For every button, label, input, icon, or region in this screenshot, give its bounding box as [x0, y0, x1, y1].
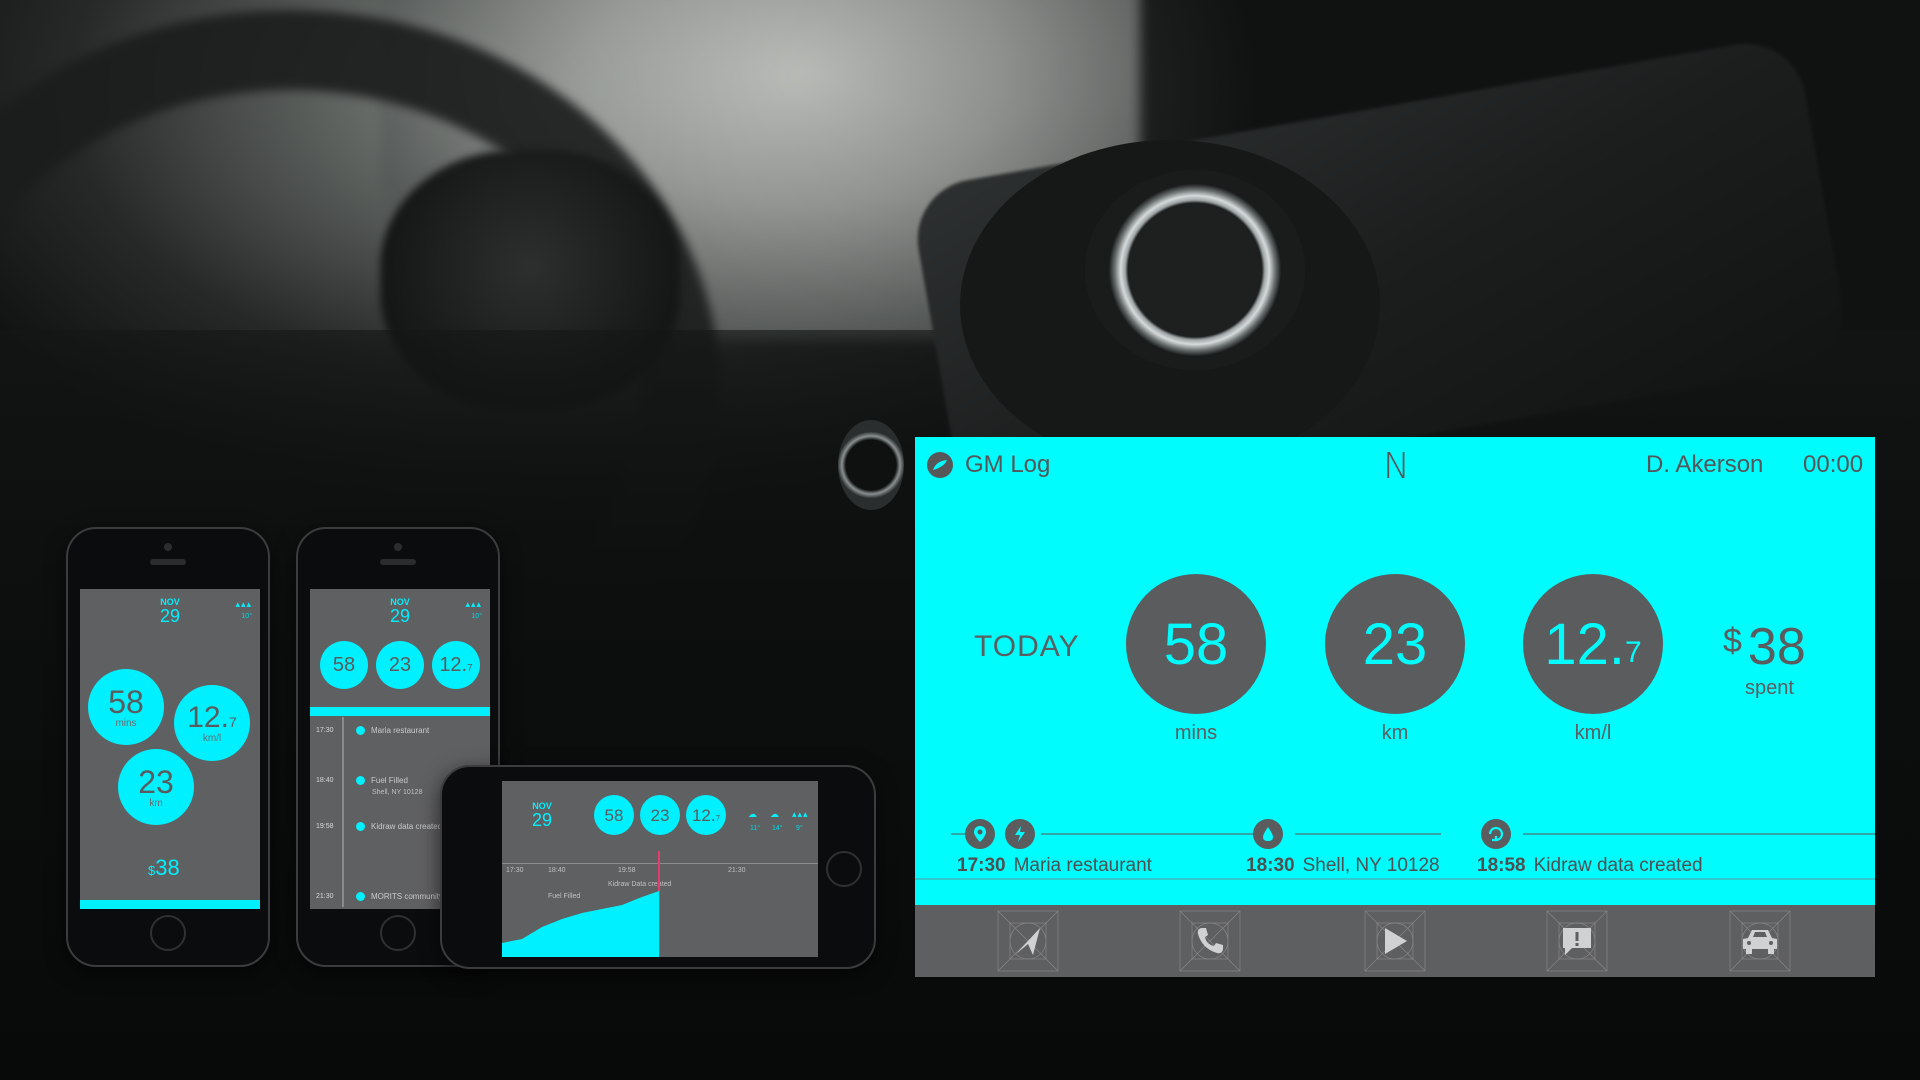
timeline-sub-label: Shell, NY 10128: [372, 789, 423, 796]
mins-bubble[interactable]: 58: [594, 795, 634, 835]
date-label: NOV 29: [531, 801, 553, 830]
vehicle-button[interactable]: [1728, 909, 1792, 973]
phone-speaker: [150, 559, 186, 565]
distance-circle[interactable]: 23: [1325, 574, 1465, 714]
km-bubble[interactable]: 23: [376, 641, 424, 689]
mins-bubble[interactable]: 58 mins: [88, 669, 164, 745]
car-icon: [1743, 930, 1777, 954]
minutes-circle[interactable]: 58: [1126, 574, 1266, 714]
kml-bubble[interactable]: 12.7: [686, 795, 726, 835]
km-bubble[interactable]: 23 km: [118, 749, 194, 825]
time-label: 18:40: [548, 867, 566, 874]
date-label: NOV 29: [389, 597, 411, 626]
panel-divider: [915, 878, 1875, 880]
messages-button[interactable]: [1545, 909, 1609, 973]
vent-knob: [838, 420, 904, 510]
date-label: NOV 29: [159, 597, 181, 626]
weather-temp: 11°: [750, 825, 761, 832]
phone-landscape-chart: NOV 29 58 23 12.7 11° 14° 9° ☁ ☁ ▴▴▴ 17:…: [440, 765, 876, 969]
details-bar[interactable]: [80, 900, 260, 909]
spent-amount: $38: [148, 855, 180, 880]
weather-temp: 14°: [772, 825, 783, 832]
home-button[interactable]: [150, 915, 186, 951]
phone-screen: NOV 29 58 23 12.7 11° 14° 9° ☁ ☁ ▴▴▴ 17:…: [502, 781, 818, 957]
timeline-line: [1523, 833, 1875, 835]
phone-button[interactable]: [1178, 909, 1242, 973]
home-button[interactable]: [380, 915, 416, 951]
weather-temp: 9°: [796, 825, 803, 832]
spent-amount: $38: [1723, 618, 1806, 676]
timeline-line: [342, 717, 344, 907]
bottom-nav-bar: [915, 905, 1875, 977]
time-label: 17:30: [506, 867, 524, 874]
console-knob: [1085, 170, 1305, 370]
app-logo-icon[interactable]: [927, 452, 953, 478]
efficiency-unit: km/l: [1574, 722, 1612, 744]
phone-screen: NOV 29 ▴▴▴ 10° 58 mins 12.7 km/l 23 km $…: [80, 589, 260, 909]
timeline-line: [1295, 833, 1441, 835]
fuel-drop-icon[interactable]: [1253, 819, 1283, 849]
spent-label: spent: [1745, 677, 1794, 699]
details-bar[interactable]: [310, 707, 490, 716]
event-entry[interactable]: 17:30 Maria restaurant: [957, 855, 1152, 877]
kml-bubble[interactable]: 12.7 km/l: [174, 685, 250, 761]
play-icon: [1385, 928, 1407, 954]
kml-bubble[interactable]: 12.7: [432, 641, 480, 689]
time-label: 21:30: [728, 867, 746, 874]
temperature-label: 10°: [471, 613, 482, 620]
navigation-arrow-icon: [1016, 928, 1040, 955]
lightning-icon[interactable]: [1005, 819, 1035, 849]
car-dashboard-panel: GM Log N D. Akerson 00:00 TODAY 58 mins …: [915, 437, 1875, 977]
location-pin-icon[interactable]: [965, 819, 995, 849]
phone-icon: [1197, 928, 1223, 954]
today-label: TODAY: [974, 630, 1080, 663]
phone-camera: [164, 543, 172, 551]
temperature-label: 10°: [241, 613, 252, 620]
timeline-row[interactable]: 17:30 Maria restaurant: [316, 723, 484, 737]
event-entry[interactable]: 18:58 Kidraw data created: [1477, 855, 1703, 877]
chart-baseline: [502, 863, 818, 864]
efficiency-circle[interactable]: 12. 7: [1523, 574, 1663, 714]
message-alert-icon: [1563, 928, 1591, 955]
weather-icon: ▴▴▴: [465, 599, 482, 609]
weather-icon: ▴▴▴: [235, 599, 252, 609]
user-name[interactable]: D. Akerson: [1646, 451, 1763, 479]
rain-icon: ▴▴▴: [792, 809, 809, 819]
media-play-button[interactable]: [1363, 909, 1427, 973]
home-button[interactable]: [826, 851, 862, 887]
minutes-unit: mins: [1174, 722, 1218, 744]
fuel-area-chart: [502, 891, 659, 957]
km-bubble[interactable]: 23: [640, 795, 680, 835]
clock: 00:00: [1803, 451, 1864, 478]
phone-speaker: [380, 559, 416, 565]
time-label: 19:58: [618, 867, 636, 874]
mins-bubble[interactable]: 58: [320, 641, 368, 689]
dashboard-main: GM Log N D. Akerson 00:00 TODAY 58 mins …: [915, 437, 1875, 905]
chart-label: Kidraw Data created: [608, 881, 672, 888]
cloud-icon: ☁: [748, 809, 758, 819]
phone-portrait-summary: NOV 29 ▴▴▴ 10° 58 mins 12.7 km/l 23 km $…: [66, 527, 270, 967]
event-entry[interactable]: 18:30 Shell, NY 10128: [1246, 855, 1440, 877]
navigation-button[interactable]: [996, 909, 1060, 973]
distance-unit: km: [1381, 722, 1409, 744]
sync-icon[interactable]: [1481, 819, 1511, 849]
phone-camera: [394, 543, 402, 551]
timeline-line: [1041, 833, 1267, 835]
cloud-icon: ☁: [770, 809, 780, 819]
app-title: GM Log: [965, 451, 1051, 478]
compass-heading: N: [1383, 446, 1410, 487]
